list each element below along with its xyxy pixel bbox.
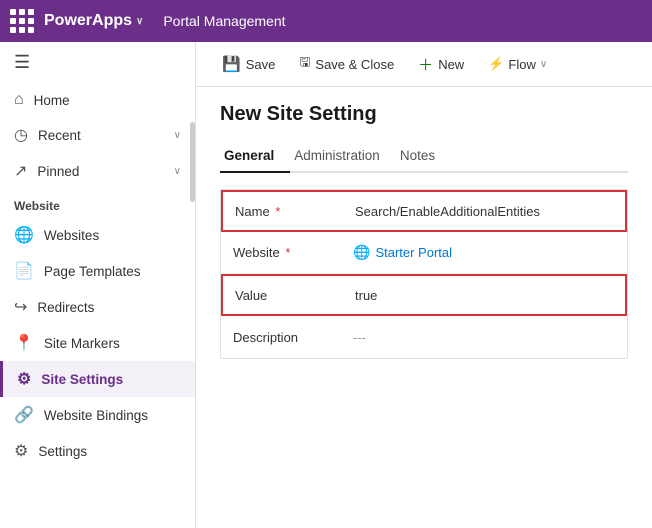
form-row-value: Value (221, 274, 627, 316)
name-label: Name * (235, 204, 355, 219)
pinned-icon: ↗ (14, 161, 27, 181)
sidebar-label-settings: Settings (38, 444, 181, 459)
form-row-website: Website * 🌐 Starter Portal (221, 232, 627, 274)
sidebar-label-pinned: Pinned (37, 164, 163, 179)
sidebar-item-settings[interactable]: ⚙ Settings (0, 433, 195, 469)
name-value[interactable]: Search/EnableAdditionalEntities (355, 204, 613, 219)
website-bindings-icon: 🔗 (14, 405, 34, 425)
toolbar: 💾 Save 🖫 Save & Close ＋ New ⚡ Flow ∨ (196, 42, 652, 87)
sidebar-item-site-markers[interactable]: 📍 Site Markers (0, 325, 195, 361)
website-value[interactable]: 🌐 Starter Portal (353, 244, 615, 261)
description-label: Description (233, 330, 353, 345)
save-close-label: Save & Close (315, 57, 394, 72)
flow-icon: ⚡ (488, 56, 504, 72)
app-chevron[interactable]: ∨ (136, 16, 143, 27)
save-close-icon: 🖫 (299, 53, 310, 75)
save-icon: 💾 (222, 55, 241, 73)
app-grid-icon[interactable] (10, 9, 34, 33)
flow-button[interactable]: ⚡ Flow ∨ (478, 51, 557, 77)
value-input[interactable] (355, 288, 415, 303)
sidebar-item-home[interactable]: ⌂ Home (0, 83, 195, 117)
sidebar-label-redirects: Redirects (37, 300, 181, 315)
website-label: Website * (233, 245, 353, 260)
save-close-button[interactable]: 🖫 Save & Close (289, 48, 404, 80)
website-required: * (285, 245, 290, 260)
tab-general[interactable]: General (220, 140, 290, 173)
redirects-icon: ↪ (14, 297, 27, 317)
portal-name: Portal Management (163, 13, 285, 29)
globe-icon: 🌐 (353, 244, 370, 261)
sidebar-item-websites[interactable]: 🌐 Websites (0, 217, 195, 253)
sidebar-item-redirects[interactable]: ↪ Redirects (0, 289, 195, 325)
sidebar-label-recent: Recent (38, 128, 164, 143)
sidebar-label-websites: Websites (44, 228, 181, 243)
form-section: Name * Search/EnableAdditionalEntities W… (220, 189, 628, 359)
sidebar-label-site-markers: Site Markers (44, 336, 181, 351)
top-bar: PowerApps ∨ Portal Management (0, 0, 652, 42)
sidebar-item-website-bindings[interactable]: 🔗 Website Bindings (0, 397, 195, 433)
sidebar: ☰ ⌂ Home ◷ Recent ∨ ↗ Pinned ∨ Website 🌐… (0, 42, 196, 528)
save-label: Save (246, 57, 276, 72)
settings-icon: ⚙ (14, 441, 28, 461)
sidebar-label-home: Home (34, 93, 181, 108)
save-button[interactable]: 💾 Save (212, 50, 285, 78)
main-layout: ☰ ⌂ Home ◷ Recent ∨ ↗ Pinned ∨ Website 🌐… (0, 42, 652, 528)
sidebar-label-site-settings: Site Settings (41, 372, 181, 387)
content-area: New Site Setting General Administration … (196, 87, 652, 528)
tab-notes[interactable]: Notes (396, 140, 451, 173)
main-content: 💾 Save 🖫 Save & Close ＋ New ⚡ Flow ∨ New… (196, 42, 652, 528)
form-row-description: Description --- (221, 316, 627, 358)
recent-chevron: ∨ (174, 130, 181, 141)
name-required: * (275, 204, 280, 219)
page-title: New Site Setting (220, 103, 628, 126)
sidebar-item-page-templates[interactable]: 📄 Page Templates (0, 253, 195, 289)
site-settings-icon: ⚙ (17, 369, 31, 389)
page-templates-icon: 📄 (14, 261, 34, 281)
home-icon: ⌂ (14, 91, 24, 109)
tab-administration[interactable]: Administration (290, 140, 396, 173)
description-value[interactable]: --- (353, 330, 615, 345)
recent-icon: ◷ (14, 125, 28, 145)
hamburger-icon[interactable]: ☰ (0, 42, 195, 83)
sidebar-item-pinned[interactable]: ↗ Pinned ∨ (0, 153, 195, 189)
app-name: PowerApps (44, 12, 132, 30)
sidebar-scrollbar[interactable] (190, 122, 195, 202)
sidebar-item-site-settings[interactable]: ⚙ Site Settings (0, 361, 195, 397)
new-button[interactable]: ＋ New (408, 49, 474, 80)
tabs: General Administration Notes (220, 140, 628, 173)
new-icon: ＋ (418, 54, 433, 75)
sidebar-label-website-bindings: Website Bindings (44, 408, 181, 423)
sidebar-section-website: Website (0, 189, 195, 217)
new-label: New (438, 57, 464, 72)
pinned-chevron: ∨ (174, 166, 181, 177)
flow-chevron[interactable]: ∨ (540, 59, 547, 70)
form-row-name: Name * Search/EnableAdditionalEntities (221, 190, 627, 232)
flow-label: Flow (508, 57, 535, 72)
site-markers-icon: 📍 (14, 333, 34, 353)
websites-icon: 🌐 (14, 225, 34, 245)
app-title[interactable]: PowerApps ∨ (44, 12, 143, 30)
sidebar-label-page-templates: Page Templates (44, 264, 181, 279)
sidebar-item-recent[interactable]: ◷ Recent ∨ (0, 117, 195, 153)
value-label: Value (235, 288, 355, 303)
value-field-container (355, 288, 613, 303)
